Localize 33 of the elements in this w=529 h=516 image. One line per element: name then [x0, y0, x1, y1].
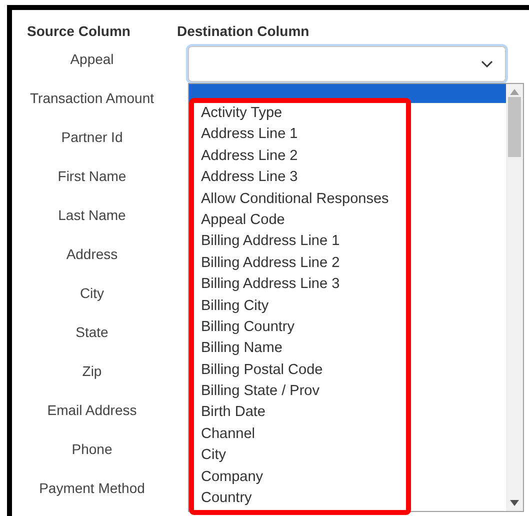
- source-column-label: Address: [65, 245, 119, 264]
- source-column-label: State: [74, 323, 110, 342]
- dropdown-option[interactable]: Billing Address Line 1: [189, 231, 506, 253]
- source-column-label: Appeal: [69, 50, 115, 69]
- source-column-label: Phone: [70, 440, 114, 459]
- source-column-label: First Name: [56, 167, 128, 186]
- dropdown-option[interactable]: Billing Address Line 3: [189, 274, 506, 296]
- source-column-label: Zip: [81, 362, 103, 381]
- dropdown-option[interactable]: Allow Conditional Responses: [189, 188, 506, 210]
- dropdown-option[interactable]: Billing Postal Code: [189, 360, 506, 382]
- dropdown-option[interactable]: City: [189, 445, 506, 467]
- dropdown-option[interactable]: Billing State / Prov: [189, 381, 506, 402]
- source-column-label: Partner Id: [60, 128, 124, 147]
- dropdown-option[interactable]: Country: [189, 488, 506, 510]
- dropdown-option[interactable]: Address Line 3: [189, 167, 506, 189]
- column-header: Destination Column: [177, 23, 310, 40]
- source-column-label: City: [78, 284, 106, 303]
- dropdown-option[interactable]: Activity Type: [189, 103, 506, 124]
- source-column-label: Email Address: [46, 401, 138, 420]
- source-column-label: Transaction Amount: [29, 89, 155, 108]
- dropdown-option[interactable]: Address Line 2: [189, 146, 506, 168]
- dropdown-option[interactable]: Birth Date: [189, 402, 506, 424]
- dropdown-option[interactable]: Address Line 1: [189, 124, 506, 146]
- dropdown-option[interactable]: Billing Address Line 2: [189, 252, 506, 274]
- dropdown-option[interactable]: Appeal Code: [189, 210, 506, 232]
- dropdown-option[interactable]: Billing Country: [189, 316, 506, 338]
- column-header: Source Column: [26, 23, 130, 40]
- source-column-label: Last Name: [57, 206, 127, 225]
- dropdown-option[interactable]: Company: [189, 466, 506, 488]
- dropdown-option[interactable]: Billing Name: [189, 338, 506, 360]
- source-column-label: Payment Method: [38, 479, 146, 498]
- dropdown-option[interactable]: Channel: [189, 424, 506, 446]
- dropdown-option[interactable]: Billing City: [189, 296, 506, 317]
